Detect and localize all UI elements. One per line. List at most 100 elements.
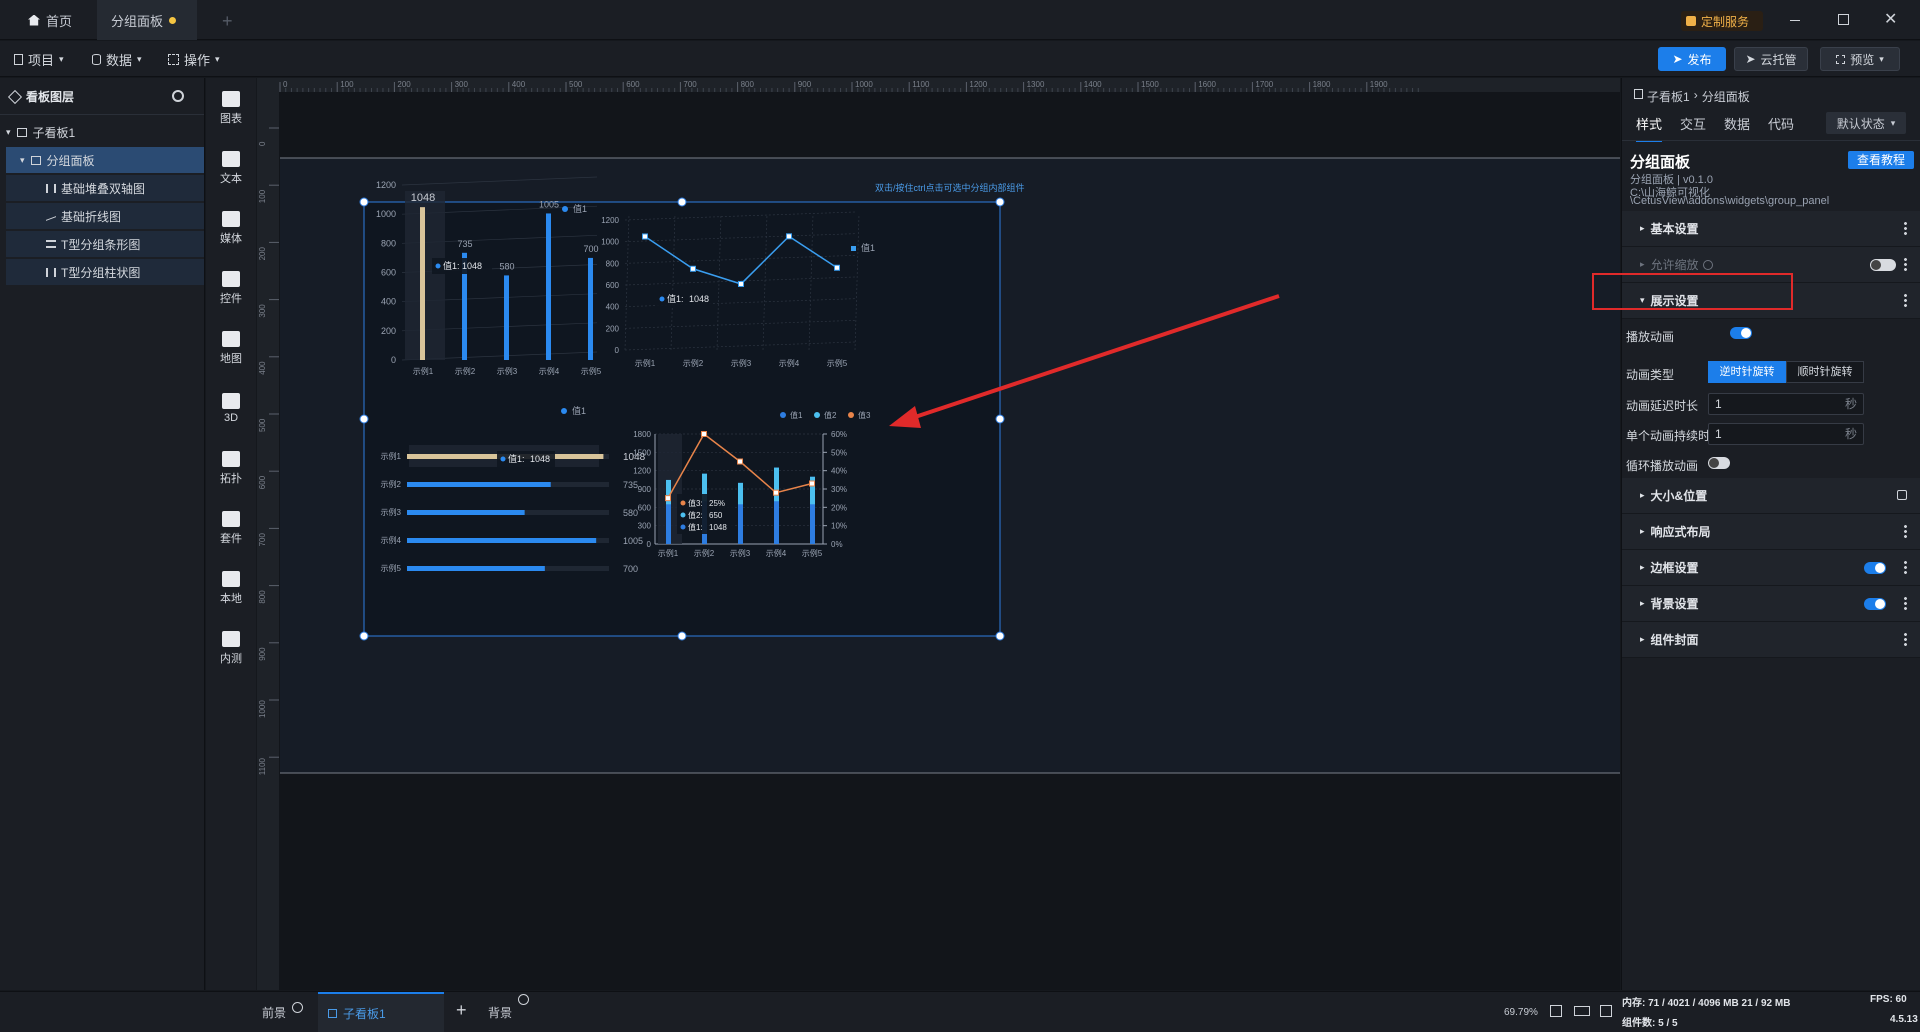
counterclockwise-option[interactable]: 逆时针旋转	[1708, 361, 1786, 383]
tutorial-button[interactable]: 查看教程	[1848, 151, 1914, 169]
add-tab-icon[interactable]: +	[222, 11, 233, 32]
menu-operate[interactable]: 操作 ▾	[168, 41, 220, 77]
layer-item[interactable]: 基础堆叠双轴图	[6, 175, 204, 201]
resize-handle[interactable]	[677, 197, 687, 207]
more-icon[interactable]	[1904, 524, 1907, 539]
section-size-position[interactable]: ▸ 大小&位置	[1622, 478, 1920, 514]
data-point	[738, 280, 744, 287]
ruler-label: 700	[683, 80, 697, 89]
clockwise-option[interactable]: 顺时针旋转	[1786, 361, 1864, 383]
chevron-down-icon: ▾	[1879, 53, 1884, 64]
play-animation-toggle[interactable]	[1730, 327, 1752, 339]
tab-interaction[interactable]: 交互	[1680, 114, 1706, 142]
allow-zoom-toggle[interactable]	[1870, 259, 1896, 271]
tool-media[interactable]: 媒体	[206, 198, 256, 258]
more-icon[interactable]	[1904, 560, 1907, 575]
tool-text[interactable]: 文本	[206, 138, 256, 198]
board-tab[interactable]: 子看板1	[318, 992, 444, 1032]
layer-group-panel[interactable]: ▾ 分组面板	[6, 147, 204, 173]
cloud-hosting-button[interactable]: ➤ 云托管	[1734, 47, 1808, 71]
delay-label: 动画延迟时长	[1626, 399, 1699, 413]
tool-kit[interactable]: 套件	[206, 498, 256, 558]
custom-service-button[interactable]: 定制服务	[1681, 11, 1763, 31]
layers-header: 看板图层	[7, 88, 74, 105]
state-select[interactable]: 默认状态 ▾	[1826, 112, 1906, 134]
duration-input[interactable]: 1 秒	[1708, 423, 1864, 445]
resize-handle[interactable]	[359, 197, 369, 207]
foreground-tab[interactable]: 前景	[262, 1002, 304, 1021]
ruler-label: 200	[397, 80, 411, 89]
resize-handle[interactable]	[995, 414, 1005, 424]
x-tick-label: 示例1	[658, 548, 679, 558]
tab-code[interactable]: 代码	[1768, 114, 1794, 142]
section-background[interactable]: ▸ 背景设置	[1622, 586, 1920, 622]
layer-item[interactable]: T型分组条形图	[6, 231, 204, 257]
add-board-icon[interactable]: +	[456, 1000, 467, 1021]
canvas-svg[interactable]: 0 100 200 300 400 500 600 700 800 900 1000 1100 1200…	[257, 78, 1620, 990]
border-toggle[interactable]	[1864, 562, 1886, 574]
more-icon[interactable]	[1904, 257, 1907, 272]
data-label: 1048	[411, 192, 435, 204]
background-toggle[interactable]	[1864, 598, 1886, 610]
tool-beta[interactable]: 内测	[206, 618, 256, 678]
add-circle-icon[interactable]	[518, 994, 530, 1005]
restore-icon[interactable]	[1838, 14, 1849, 25]
section-basic[interactable]: ▸ 基本设置	[1622, 211, 1920, 247]
tab-home[interactable]: 首页	[14, 0, 86, 40]
y-tick-label: 400	[606, 303, 620, 312]
search-icon[interactable]	[172, 90, 184, 102]
background-tab[interactable]: 背景	[488, 994, 530, 1021]
tool-control[interactable]: 控件	[206, 258, 256, 318]
section-cover[interactable]: ▸ 组件封面	[1622, 622, 1920, 658]
section-border[interactable]: ▸ 边框设置	[1622, 550, 1920, 586]
tooltip-value: 1048	[689, 294, 709, 304]
tab-style[interactable]: 样式	[1636, 114, 1663, 142]
more-icon[interactable]	[1904, 596, 1907, 611]
ruler-label: 1500	[1141, 80, 1159, 89]
component-path: \CetusView\addons\widgets\group_panel	[1630, 195, 1830, 207]
more-icon[interactable]	[1904, 221, 1907, 236]
minimize-icon[interactable]	[1790, 20, 1800, 21]
fit-screen-icon[interactable]	[1550, 1005, 1562, 1017]
resize-handle[interactable]	[359, 631, 369, 641]
tooltip-dot	[435, 263, 441, 269]
tool-chart[interactable]: 图表	[206, 78, 256, 138]
tool-label: 控件	[220, 292, 242, 305]
lock-icon[interactable]	[1897, 490, 1907, 500]
more-icon[interactable]	[1904, 293, 1907, 308]
section-responsive[interactable]: ▸ 响应式布局	[1622, 514, 1920, 550]
publish-button[interactable]: ➤ 发布	[1658, 47, 1726, 71]
menu-data[interactable]: 数据 ▾	[92, 41, 142, 77]
section-label: 组件封面	[1650, 633, 1699, 647]
cube-icon	[222, 392, 240, 409]
tool-map[interactable]: 地图	[206, 318, 256, 378]
resize-handle[interactable]	[995, 197, 1005, 207]
keyboard-icon[interactable]	[1574, 1006, 1590, 1016]
canvas-area[interactable]: 0 100 200 300 400 500 600 700 800 900 1000 1100 1200…	[257, 78, 1620, 990]
preview-button[interactable]: 预览 ▾	[1820, 47, 1900, 71]
y-tick-label: 1200	[633, 467, 651, 476]
resize-handle[interactable]	[677, 631, 687, 641]
resize-handle[interactable]	[359, 414, 369, 424]
layer-root[interactable]: ▾ 子看板1	[6, 119, 204, 145]
more-icon[interactable]	[1904, 632, 1907, 647]
bar	[420, 207, 425, 360]
tool-topology[interactable]: 拓扑	[206, 438, 256, 498]
tab-group-panel[interactable]: 分组面板	[97, 0, 197, 40]
layer-item[interactable]: 基础折线图	[6, 203, 204, 229]
breadcrumb-parent[interactable]: 子看板1	[1647, 88, 1690, 105]
terminal-icon[interactable]	[1600, 1005, 1612, 1017]
menu-project[interactable]: 项目 ▾	[14, 41, 64, 77]
close-icon[interactable]: ✕	[1884, 9, 1897, 29]
zoom-level[interactable]: 69.79%	[1504, 1007, 1538, 1018]
tab-data[interactable]: 数据	[1724, 114, 1750, 142]
add-circle-icon[interactable]	[292, 1002, 304, 1013]
layer-item[interactable]: T型分组柱状图	[6, 259, 204, 285]
duration-value: 1	[1715, 427, 1722, 441]
loop-animation-toggle[interactable]	[1708, 457, 1730, 469]
tool-local[interactable]: 本地	[206, 558, 256, 618]
ruler-label: 100	[258, 189, 267, 203]
resize-handle[interactable]	[995, 631, 1005, 641]
delay-input[interactable]: 1 秒	[1708, 393, 1864, 415]
tool-3d[interactable]: 3D	[206, 378, 256, 438]
